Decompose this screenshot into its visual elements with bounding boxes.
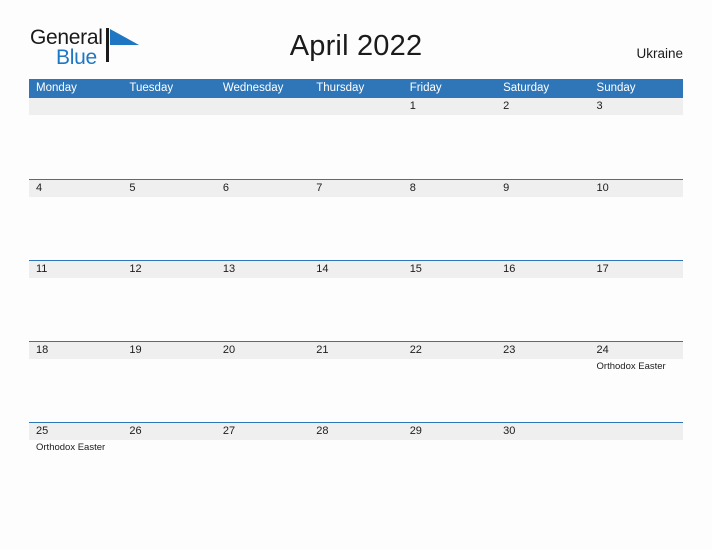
day-event-label [29, 359, 122, 374]
page-title: April 2022 [289, 30, 423, 62]
day-event-label [590, 440, 683, 455]
day-cell-number[interactable]: 10 [590, 180, 683, 197]
day-cell-number[interactable]: 2 [496, 98, 589, 115]
day-cell-number[interactable] [216, 98, 309, 115]
day-cell-number[interactable]: 18 [29, 342, 122, 359]
day-event-label [309, 115, 402, 116]
day-event-label [29, 197, 122, 198]
week-row: 18 19 20 21 22 23 24 Orthodox Easter [29, 341, 683, 422]
day-cell-number[interactable]: 22 [403, 342, 496, 359]
weekday-tuesday: Tuesday [129, 82, 174, 94]
day-cell-number[interactable]: 23 [496, 342, 589, 359]
week-date-band: 4 5 6 7 8 9 10 [29, 179, 683, 197]
day-cell-number[interactable] [309, 98, 402, 115]
day-event-label: Orthodox Easter [36, 442, 106, 453]
day-cell-number[interactable]: 27 [216, 423, 309, 440]
week-date-band: 18 19 20 21 22 23 24 [29, 341, 683, 359]
week-row: 11 12 13 14 15 16 17 [29, 260, 683, 341]
day-event-label [122, 359, 215, 374]
week-event-band [29, 197, 683, 198]
day-event-label [309, 359, 402, 374]
day-cell-number[interactable]: 28 [309, 423, 402, 440]
weekday-saturday: Saturday [503, 82, 550, 94]
day-cell-number[interactable]: 30 [496, 423, 589, 440]
day-cell-number[interactable]: 21 [309, 342, 402, 359]
day-cell-number[interactable]: 7 [309, 180, 402, 197]
week-event-band: Orthodox Easter [29, 440, 683, 455]
day-event-label [122, 197, 215, 198]
day-event-label [309, 278, 402, 279]
day-cell-number[interactable]: 26 [122, 423, 215, 440]
day-event-label [122, 278, 215, 279]
day-event-label [216, 197, 309, 198]
day-event-label [122, 115, 215, 116]
day-cell-number[interactable]: 19 [122, 342, 215, 359]
day-event-label [590, 197, 683, 198]
day-cell-number[interactable]: 20 [216, 342, 309, 359]
week-event-band [29, 278, 683, 279]
day-cell-number[interactable]: 17 [590, 261, 683, 278]
day-event-label [496, 278, 589, 279]
day-cell-number[interactable]: 29 [403, 423, 496, 440]
day-event-label [496, 115, 589, 116]
day-cell-number[interactable]: 3 [590, 98, 683, 115]
weekday-friday: Friday [409, 82, 442, 94]
day-event-label [309, 197, 402, 198]
day-event-label [29, 115, 122, 116]
region-label: Ukraine [636, 46, 683, 61]
day-event-label: Orthodox Easter [596, 361, 666, 372]
week-event-band: Orthodox Easter [29, 359, 683, 374]
day-event-label [309, 440, 402, 455]
day-event-label [403, 115, 496, 116]
day-event-label [496, 359, 589, 374]
page-header: General Blue April 2022 Ukraine [0, 0, 712, 68]
day-event-label [216, 440, 309, 455]
day-cell-number[interactable]: 24 [590, 342, 683, 359]
day-cell-number[interactable]: 13 [216, 261, 309, 278]
week-event-band [29, 115, 683, 116]
calendar-grid: Monday Tuesday Wednesday Thursday Friday… [29, 79, 683, 503]
week-date-band: 25 26 27 28 29 30 [29, 422, 683, 440]
day-event-label [403, 278, 496, 279]
weekday-sunday: Sunday [596, 82, 636, 94]
day-event-label [122, 440, 215, 455]
day-event-label [403, 197, 496, 198]
week-row: 1 2 3 [29, 98, 683, 179]
day-cell-number[interactable]: 14 [309, 261, 402, 278]
day-event-label [496, 197, 589, 198]
day-event-label [496, 440, 589, 455]
day-cell-number[interactable]: 25 [29, 423, 122, 440]
day-cell-number[interactable]: 4 [29, 180, 122, 197]
week-date-band: 11 12 13 14 15 16 17 [29, 260, 683, 278]
weekday-header-row: Monday Tuesday Wednesday Thursday Friday… [29, 79, 683, 98]
day-cell-number[interactable]: 9 [496, 180, 589, 197]
week-row: 25 26 27 28 29 30 Orthodox Easter [29, 422, 683, 503]
day-cell-number[interactable] [29, 98, 122, 115]
day-cell-number[interactable]: 5 [122, 180, 215, 197]
day-cell-number[interactable]: 8 [403, 180, 496, 197]
weekday-monday: Monday [36, 82, 77, 94]
day-cell-number[interactable]: 12 [122, 261, 215, 278]
week-row: 4 5 6 7 8 9 10 [29, 179, 683, 260]
week-date-band: 1 2 3 [29, 98, 683, 115]
day-event-label [403, 359, 496, 374]
day-cell-number[interactable]: 16 [496, 261, 589, 278]
calendar-page: General Blue April 2022 Ukraine Monday T… [0, 0, 712, 550]
day-cell-number[interactable] [590, 423, 683, 440]
day-event-label [590, 278, 683, 279]
day-event-label [403, 440, 496, 455]
day-event-label [216, 359, 309, 374]
day-cell-number[interactable]: 6 [216, 180, 309, 197]
day-event-label [216, 115, 309, 116]
day-event-label [590, 115, 683, 116]
day-event-label [216, 278, 309, 279]
day-cell-number[interactable] [122, 98, 215, 115]
day-cell-number[interactable]: 15 [403, 261, 496, 278]
weekday-wednesday: Wednesday [222, 82, 284, 94]
day-event-label [29, 278, 122, 279]
day-cell-number[interactable]: 1 [403, 98, 496, 115]
day-cell-number[interactable]: 11 [29, 261, 122, 278]
weekday-thursday: Thursday [316, 82, 365, 94]
